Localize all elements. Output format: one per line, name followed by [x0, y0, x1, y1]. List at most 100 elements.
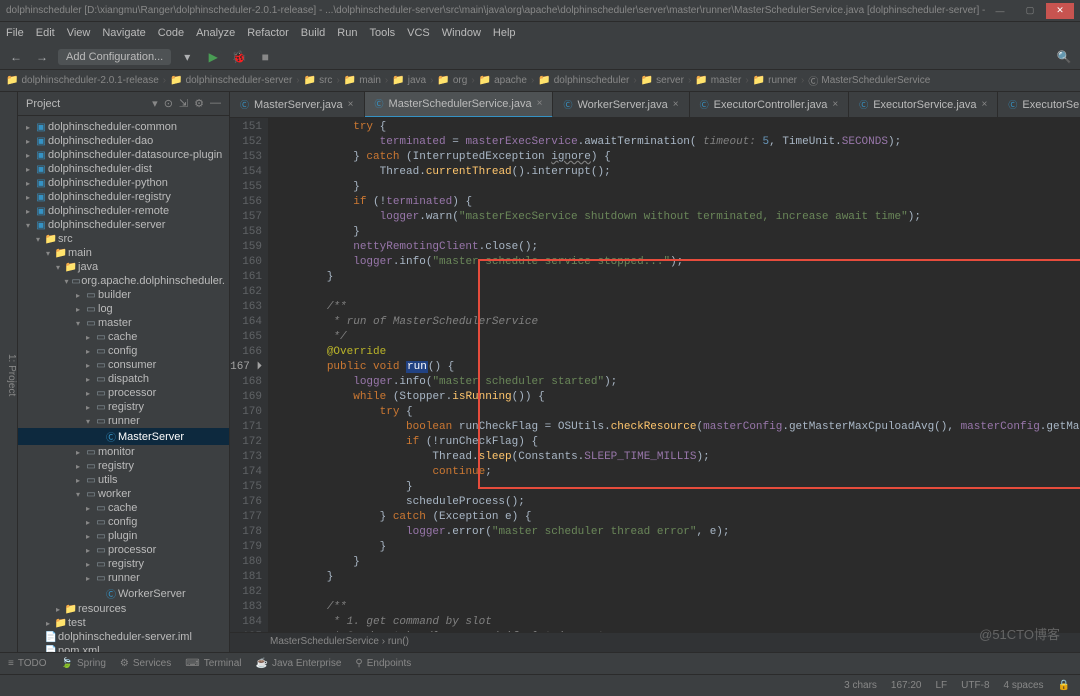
tab-close-icon[interactable]: × [673, 99, 679, 110]
tree-item[interactable]: ⒸWorkerServer [18, 585, 229, 602]
tree-arrow-icon[interactable]: ▸ [22, 179, 34, 188]
breadcrumb-item[interactable]: dolphinscheduler [554, 75, 630, 86]
tree-arrow-icon[interactable]: ▾ [72, 319, 84, 328]
breadcrumb-item[interactable]: org [453, 75, 467, 86]
tree-arrow-icon[interactable]: ▾ [62, 277, 71, 286]
breadcrumb-item[interactable]: apache [494, 75, 527, 86]
tree-item[interactable]: ▾📁src [18, 232, 229, 246]
editor-tab[interactable]: ⒸWorkerServer.java× [553, 92, 689, 118]
tree-item[interactable]: ▾▭worker [18, 487, 229, 501]
breadcrumb-item[interactable]: MasterSchedulerService [821, 75, 930, 86]
menu-vcs[interactable]: VCS [407, 27, 430, 39]
tree-item[interactable]: ▸▭config [18, 515, 229, 529]
tree-arrow-icon[interactable]: ▸ [42, 619, 54, 628]
tool-java-enterprise[interactable]: ☕Java Enterprise [255, 658, 341, 669]
tree-arrow-icon[interactable]: ▸ [82, 532, 94, 541]
project-dropdown-icon[interactable]: ▾ [152, 97, 158, 110]
tree-item[interactable]: ▸▭cache [18, 501, 229, 515]
menu-tools[interactable]: Tools [369, 27, 395, 39]
tool-spring[interactable]: 🍃Spring [61, 658, 106, 669]
tree-arrow-icon[interactable]: ▸ [82, 375, 94, 384]
tool-todo[interactable]: ≡TODO [8, 658, 47, 669]
breadcrumb-item[interactable]: master [711, 75, 742, 86]
tree-arrow-icon[interactable]: ▸ [22, 137, 34, 146]
tree-arrow-icon[interactable]: ▸ [22, 193, 34, 202]
editor-tab[interactable]: ⒸMasterSchedulerService.java× [365, 92, 554, 118]
tree-item[interactable]: ▸▭log [18, 302, 229, 316]
breadcrumb-item[interactable]: java [408, 75, 426, 86]
menu-edit[interactable]: Edit [36, 27, 55, 39]
tree-item[interactable]: ▾▭master [18, 316, 229, 330]
tab-close-icon[interactable]: × [982, 99, 988, 110]
tab-close-icon[interactable]: × [832, 99, 838, 110]
tree-item[interactable]: ▸▣dolphinscheduler-dist [18, 162, 229, 176]
editor-tab[interactable]: ⒸExecutorController.java× [690, 92, 850, 118]
tree-arrow-icon[interactable]: ▾ [42, 249, 54, 258]
menu-build[interactable]: Build [301, 27, 325, 39]
tree-arrow-icon[interactable]: ▸ [22, 151, 34, 160]
tool-services[interactable]: ⚙Services [120, 658, 171, 669]
tree-item[interactable]: ▸▭registry [18, 459, 229, 473]
tree-item[interactable]: ▸▭registry [18, 400, 229, 414]
tree-item[interactable]: ▸▣dolphinscheduler-datasource-plugin [18, 148, 229, 162]
tree-item[interactable]: ▸📁resources [18, 602, 229, 616]
tree-item[interactable]: ▸▭cache [18, 330, 229, 344]
tree-item[interactable]: ▸▭registry [18, 557, 229, 571]
tree-arrow-icon[interactable]: ▸ [82, 347, 94, 356]
tool-endpoints[interactable]: ⚲Endpoints [355, 658, 411, 669]
menu-window[interactable]: Window [442, 27, 481, 39]
menu-view[interactable]: View [67, 27, 91, 39]
tree-item[interactable]: ▸▭consumer [18, 358, 229, 372]
code-editor[interactable]: try { terminated = masterExecService.awa… [268, 118, 1080, 632]
hammer-icon[interactable]: ▾ [177, 47, 197, 67]
tree-item[interactable]: ▸▭config [18, 344, 229, 358]
tree-item[interactable]: ▾📁main [18, 246, 229, 260]
menu-help[interactable]: Help [493, 27, 516, 39]
tree-arrow-icon[interactable]: ▾ [22, 221, 34, 230]
menu-code[interactable]: Code [158, 27, 184, 39]
tree-arrow-icon[interactable]: ▾ [72, 490, 84, 499]
forward-button[interactable]: → [32, 47, 52, 67]
close-button[interactable]: ✕ [1046, 3, 1074, 19]
tree-arrow-icon[interactable]: ▸ [22, 123, 34, 132]
tree-arrow-icon[interactable]: ▾ [32, 235, 44, 244]
lock-icon[interactable]: 🔒 [1058, 680, 1070, 691]
tree-item[interactable]: ▸📁test [18, 616, 229, 630]
back-button[interactable]: ← [6, 47, 26, 67]
tab-close-icon[interactable]: × [348, 99, 354, 110]
tree-item[interactable]: ▾▭runner [18, 414, 229, 428]
tab-close-icon[interactable]: × [537, 98, 543, 109]
tree-item[interactable]: ▸▣dolphinscheduler-python [18, 176, 229, 190]
menu-file[interactable]: File [6, 27, 24, 39]
stop-icon[interactable]: ■ [255, 47, 275, 67]
tree-arrow-icon[interactable]: ▸ [82, 504, 94, 513]
tree-item[interactable]: ▸▣dolphinscheduler-common [18, 120, 229, 134]
menu-analyze[interactable]: Analyze [196, 27, 235, 39]
tree-arrow-icon[interactable]: ▸ [82, 574, 94, 583]
breadcrumb-item[interactable]: dolphinscheduler-server [186, 75, 293, 86]
editor-tab[interactable]: ⒸExecutorService.java× [849, 92, 998, 118]
breadcrumb-item[interactable]: server [656, 75, 684, 86]
tree-arrow-icon[interactable]: ▸ [52, 605, 64, 614]
locate-icon[interactable]: ⊙ [164, 97, 173, 110]
tree-arrow-icon[interactable]: ▸ [82, 333, 94, 342]
menu-run[interactable]: Run [337, 27, 357, 39]
editor-tab[interactable]: ⒸMasterServer.java× [230, 92, 365, 118]
tree-arrow-icon[interactable]: ▸ [82, 361, 94, 370]
project-tool-label[interactable]: 1: Project [6, 354, 17, 396]
tree-item[interactable]: ⒸMasterServer [18, 428, 229, 445]
tree-item[interactable]: ▾▣dolphinscheduler-server [18, 218, 229, 232]
tree-arrow-icon[interactable]: ▸ [82, 546, 94, 555]
tree-item[interactable]: ▸▣dolphinscheduler-registry [18, 190, 229, 204]
tree-arrow-icon[interactable]: ▾ [52, 263, 64, 272]
breadcrumb-item[interactable]: runner [768, 75, 797, 86]
breadcrumb-item[interactable]: dolphinscheduler-2.0.1-release [21, 75, 158, 86]
tree-item[interactable]: 📄pom.xml [18, 644, 229, 652]
tree-item[interactable]: ▾📁java [18, 260, 229, 274]
tree-item[interactable]: ▸▭processor [18, 386, 229, 400]
tree-arrow-icon[interactable]: ▸ [72, 476, 84, 485]
tree-arrow-icon[interactable]: ▸ [72, 448, 84, 457]
maximize-button[interactable]: ▢ [1016, 3, 1044, 19]
tree-arrow-icon[interactable]: ▸ [82, 518, 94, 527]
tree-arrow-icon[interactable]: ▸ [82, 403, 94, 412]
